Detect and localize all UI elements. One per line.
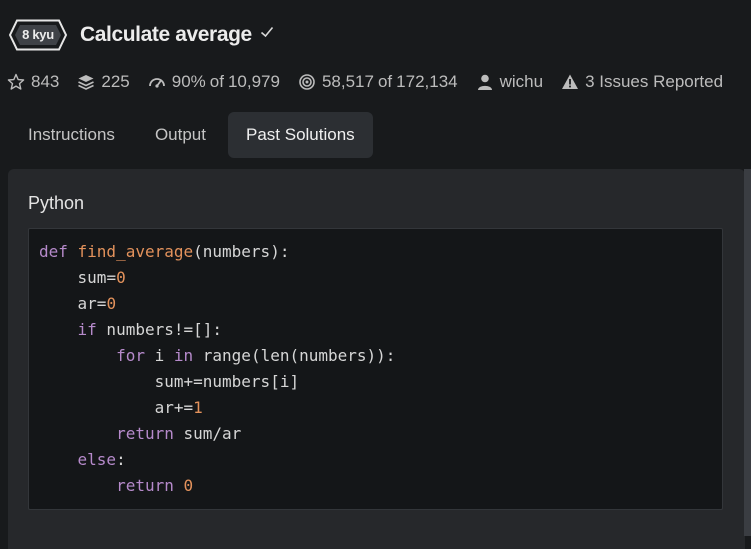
code-token: find_average (77, 242, 194, 261)
code-line: else: (39, 447, 126, 473)
solution-language: Python (28, 193, 85, 213)
checkmark-icon (260, 26, 274, 38)
author-stat[interactable]: wichu (476, 72, 543, 92)
code-token: = (96, 294, 107, 313)
code-token: 1 (193, 398, 203, 417)
code-token: 0 (106, 294, 117, 313)
collections-count: 225 (101, 72, 130, 91)
code-token: range(len(numbers)): (193, 346, 396, 365)
target-icon (299, 74, 315, 90)
code-token: for (116, 346, 145, 365)
code-token: sum (39, 268, 107, 287)
code-line: ar=0 (39, 291, 117, 317)
code-token: 0 (183, 476, 194, 495)
collections-stat[interactable]: 225 (77, 72, 130, 92)
code-token: i (144, 346, 174, 365)
scrollbar[interactable] (744, 169, 751, 536)
code-token: if (77, 320, 97, 339)
tab-output[interactable]: Output (137, 112, 224, 158)
rank-label: 8 kyu (22, 27, 54, 42)
code-line: def find_average(numbers): (39, 239, 289, 265)
user-icon (477, 74, 492, 90)
gauge-icon (148, 78, 165, 88)
issues-stat[interactable]: 3 Issues Reported (561, 72, 723, 92)
code-token: : (116, 450, 126, 469)
code-token: ar+= (39, 398, 194, 417)
star-icon (7, 73, 25, 90)
kata-tabs: Instructions Output Past Solutions (10, 112, 377, 158)
completion-stat: 58,517 of 172,134 (298, 72, 458, 92)
code-line: if numbers!=[]: (39, 317, 223, 343)
rank-badge: 8 kyu (8, 19, 68, 51)
code-line: return sum/ar (39, 421, 241, 447)
code-line: ar+=1 (39, 395, 203, 421)
code-line: sum=0 (39, 265, 126, 291)
code-line: sum+=numbers[i] (39, 369, 300, 395)
layers-stack-icon (78, 75, 95, 90)
author-name[interactable]: wichu (500, 72, 543, 92)
stars-stat[interactable]: 843 (7, 72, 59, 92)
kata-stats: 843 225 90% of 10,979 58,517 of 172,134 (7, 70, 723, 94)
kata-title: Calculate average (80, 23, 252, 46)
tab-past-solutions[interactable]: Past Solutions (227, 112, 373, 158)
code-token: 0 (116, 268, 126, 287)
code-line: return 0 (39, 473, 193, 499)
code-token: return (116, 476, 174, 495)
satisfaction-percent: 90% (171, 72, 206, 91)
kata-header: 8 kyu Calculate average (8, 19, 274, 51)
warning-triangle-icon (562, 74, 579, 89)
attempted-count: 172,134 (396, 72, 458, 91)
code-token: numbers!=[]: (96, 320, 223, 339)
code-token: return (116, 424, 174, 443)
code-token: else (77, 450, 117, 469)
satisfaction-stat: 90% of 10,979 (148, 72, 280, 92)
completed-count: 58,517 (321, 72, 374, 91)
completion-of: of (377, 72, 393, 91)
tab-instructions[interactable]: Instructions (10, 112, 133, 158)
code-block: def find_average(numbers): sum=0 ar=0 if… (28, 228, 723, 510)
votes-count: 10,979 (227, 72, 280, 91)
stars-count: 843 (31, 72, 60, 91)
satisfaction-of: of (209, 72, 224, 91)
code-token: sum/ar (173, 424, 242, 443)
issues-link[interactable]: 3 Issues Reported (585, 72, 723, 92)
code-token: (numbers): (193, 242, 290, 261)
code-token: def (39, 242, 78, 261)
code-token: in (173, 346, 194, 365)
code-token: = (106, 268, 117, 287)
code-token: ar (39, 294, 97, 313)
code-token: sum+=numbers[i] (39, 372, 300, 391)
code-line: for i in range(len(numbers)): (39, 343, 395, 369)
